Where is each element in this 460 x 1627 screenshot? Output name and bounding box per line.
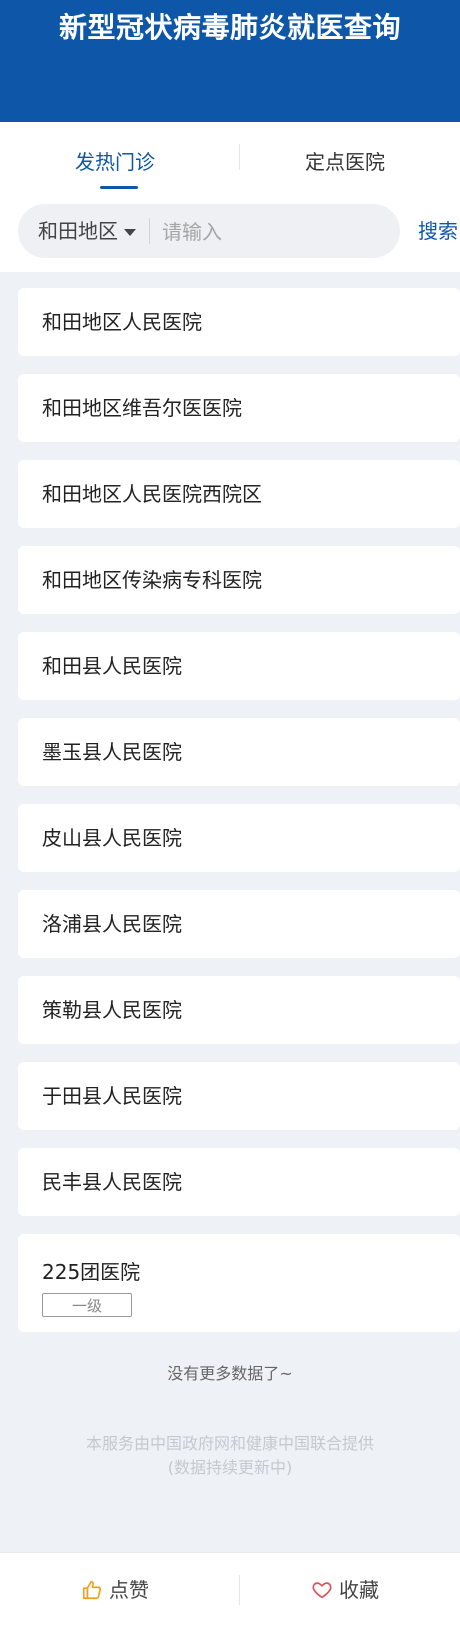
search-divider [149,218,150,244]
footer-update-text: (数据持续更新中) [167,1458,293,1477]
like-button[interactable]: 点赞 [0,1553,230,1627]
page-title: 新型冠状病毒肺炎就医查询 [58,11,401,44]
footer-provider-text: 本服务由中国政府网和健康中国联合提供 [85,1434,374,1453]
favorite-label: 收藏 [339,1578,379,1602]
favorite-button[interactable]: 收藏 [230,1553,460,1627]
footer-note: 本服务由中国政府网和健康中国联合提供 (数据持续更新中) [0,1432,460,1480]
no-more-data-text: 没有更多数据了~ [167,1364,293,1383]
region-dropdown[interactable]: 和田地区 [38,204,136,258]
list-item[interactable]: 225团医院 一级 [18,1234,460,1332]
search-input[interactable] [160,204,390,260]
list-item[interactable]: 和田县人民医院 [18,632,460,700]
caret-down-icon [124,229,136,236]
bottom-action-bar: 点赞 收藏 [0,1552,460,1627]
list-item[interactable]: 于田县人民医院 [18,1062,460,1130]
heart-icon [312,1582,332,1599]
list-item[interactable]: 和田地区人民医院 [18,288,460,356]
list-item[interactable]: 墨玉县人民医院 [18,718,460,786]
hospital-name: 225团医院 [42,1260,141,1284]
hospital-name: 民丰县人民医院 [42,1170,182,1194]
hospital-name: 墨玉县人民医院 [42,740,182,764]
hospital-name: 和田地区人民医院西院区 [42,482,262,506]
hospital-list: 和田地区人民医院 和田地区维吾尔医医院 和田地区人民医院西院区 和田地区传染病专… [18,288,460,1350]
list-item[interactable]: 皮山县人民医院 [18,804,460,872]
hospital-name: 策勒县人民医院 [42,998,182,1022]
hospital-name: 和田地区维吾尔医医院 [42,396,242,420]
thumbs-up-icon [82,1580,102,1600]
search-button[interactable]: 搜索 [418,204,458,258]
hospital-name: 皮山县人民医院 [42,826,182,850]
level-badge: 一级 [42,1293,132,1317]
page-header: 新型冠状病毒肺炎就医查询 [0,0,460,122]
list-item[interactable]: 洛浦县人民医院 [18,890,460,958]
search-bar: 和田地区 [18,204,400,260]
hospital-name: 和田地区人民医院 [42,310,202,334]
filter-panel: 发热门诊 定点医院 和田地区 搜索 [0,122,460,272]
hospital-name: 洛浦县人民医院 [42,912,182,936]
list-item[interactable]: 和田地区传染病专科医院 [18,546,460,614]
tab-fever-clinic[interactable]: 发热门诊 [0,146,230,175]
hospital-name: 和田地区传染病专科医院 [42,568,262,592]
region-label: 和田地区 [38,219,118,243]
list-item[interactable]: 民丰县人民医院 [18,1148,460,1216]
hospital-name: 和田县人民医院 [42,654,182,678]
active-tab-indicator [100,186,138,189]
list-item[interactable]: 和田地区维吾尔医医院 [18,374,460,442]
tab-designated-hospital[interactable]: 定点医院 [230,146,460,175]
list-item[interactable]: 和田地区人民医院西院区 [18,460,460,528]
list-item[interactable]: 策勒县人民医院 [18,976,460,1044]
like-label: 点赞 [109,1578,149,1602]
hospital-name: 于田县人民医院 [42,1084,182,1108]
